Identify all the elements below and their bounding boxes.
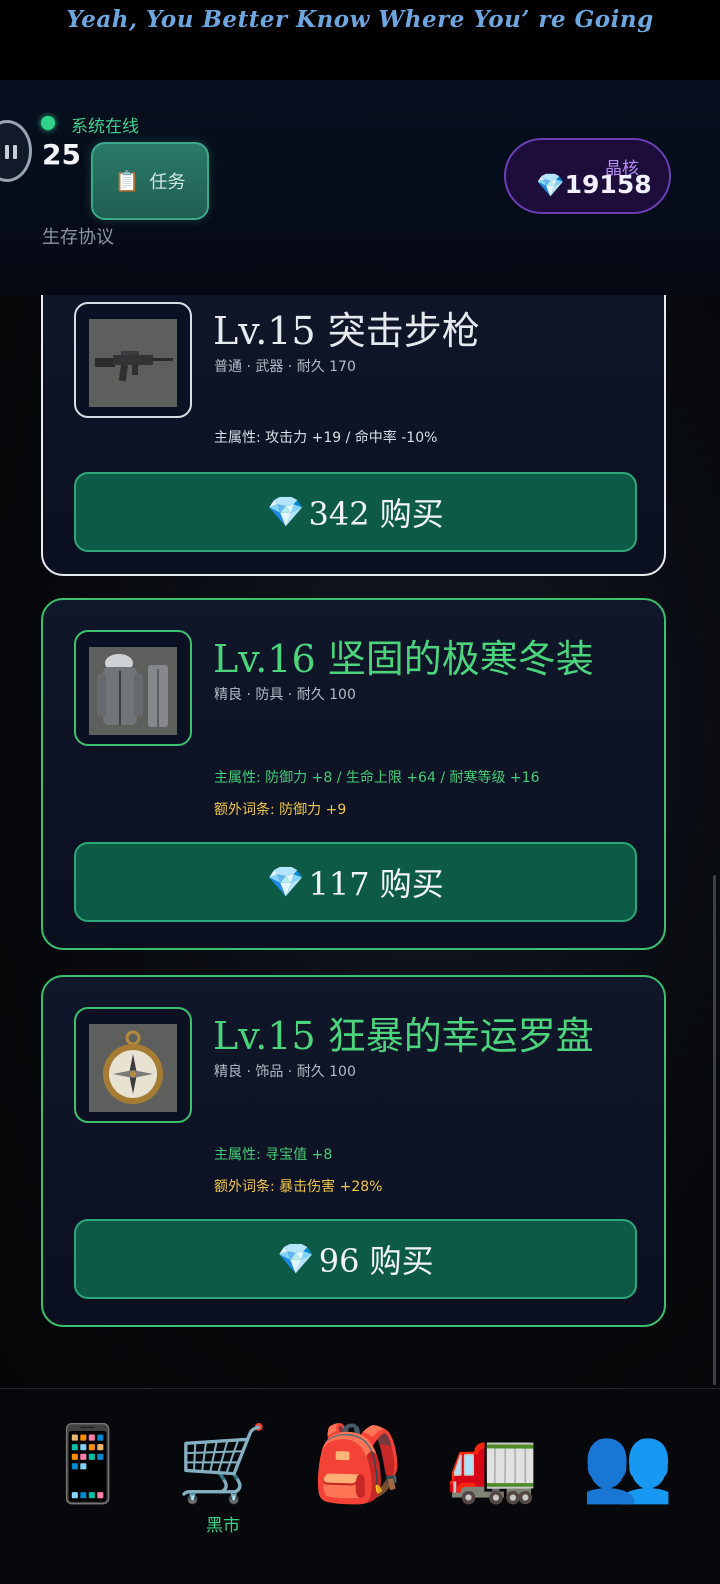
assault-rifle-icon xyxy=(89,319,177,407)
nav-item-phone[interactable]: 📱 xyxy=(33,1409,143,1519)
pause-icon xyxy=(5,145,17,159)
item-extra-attribute: 额外词条: 防御力 +9 xyxy=(214,802,347,818)
gem-icon: 💎 xyxy=(267,494,305,530)
task-button-label: 任务 xyxy=(149,172,186,193)
gem-icon: 💎 xyxy=(277,1241,315,1277)
online-status-dot xyxy=(41,116,55,130)
item-main-attribute: 主属性: 攻击力 +19 / 命中率 -10% xyxy=(214,430,438,446)
item-thumbnail-frame xyxy=(74,1007,192,1123)
item-card: Lv.15 狂暴的幸运罗盘 精良 · 饰品 · 耐久 100 主属性: 寻宝值 … xyxy=(41,975,666,1327)
nav-item-truck[interactable]: 🚛 xyxy=(438,1409,548,1519)
pause-button[interactable] xyxy=(0,120,32,182)
buy-button-label: 96 购买 xyxy=(318,1242,434,1280)
market-list[interactable]: Lv.15 突击步枪 普通 · 武器 · 耐久 170 主属性: 攻击力 +19… xyxy=(0,295,720,1388)
item-meta: 精良 · 防具 · 耐久 100 xyxy=(214,687,356,703)
header-bar: 系统在线 25 生存协议 📋 任务 晶核 💎19158 xyxy=(0,80,720,295)
task-button[interactable]: 📋 任务 xyxy=(91,142,209,220)
gem-icon: 💎 xyxy=(536,173,565,199)
item-extra-attribute: 额外词条: 暴击伤害 +28% xyxy=(214,1179,383,1195)
scrollbar[interactable] xyxy=(713,875,716,1385)
gem-icon: 💎 xyxy=(267,864,305,900)
shopping-cart-icon: 🛒 xyxy=(176,1421,270,1507)
bottom-nav: 📱 🛒 黑市 🎒 🚛 👥 xyxy=(0,1388,720,1584)
buy-button[interactable]: 💎 342 购买 xyxy=(74,472,637,552)
protocol-label: 生存协议 xyxy=(42,227,114,248)
player-level: 25 xyxy=(42,138,81,171)
buy-button[interactable]: 💎 117 购买 xyxy=(74,842,637,922)
buy-button[interactable]: 💎 96 购买 xyxy=(74,1219,637,1299)
item-thumbnail-frame xyxy=(74,630,192,746)
system-status-text: 系统在线 xyxy=(71,117,139,137)
nav-item-people[interactable]: 👥 xyxy=(573,1409,683,1519)
phone-icon: 📱 xyxy=(41,1421,135,1507)
nav-item-backpack[interactable]: 🎒 xyxy=(303,1409,413,1519)
truck-icon: 🚛 xyxy=(446,1421,540,1507)
item-main-attribute: 主属性: 防御力 +8 / 生命上限 +64 / 耐寒等级 +16 xyxy=(214,770,540,786)
item-meta: 精良 · 饰品 · 耐久 100 xyxy=(214,1064,356,1080)
backpack-icon: 🎒 xyxy=(311,1421,405,1507)
top-banner: Yeah, You Better Know Where You’ re Goin… xyxy=(0,0,720,80)
item-title: Lv.15 狂暴的幸运罗盘 xyxy=(213,1014,594,1058)
buy-button-label: 342 购买 xyxy=(308,495,444,533)
item-title: Lv.15 突击步枪 xyxy=(213,309,480,353)
clipboard-icon: 📋 xyxy=(114,169,140,193)
item-main-attribute: 主属性: 寻宝值 +8 xyxy=(214,1147,333,1163)
crystal-balance[interactable]: 晶核 💎19158 xyxy=(504,138,671,214)
people-icon: 👥 xyxy=(581,1421,675,1507)
crystal-value: 19158 xyxy=(564,170,652,199)
item-card: Lv.16 坚固的极寒冬装 精良 · 防具 · 耐久 100 主属性: 防御力 … xyxy=(41,598,666,950)
buy-button-label: 117 购买 xyxy=(308,865,444,903)
item-meta: 普通 · 武器 · 耐久 170 xyxy=(214,359,356,375)
item-title: Lv.16 坚固的极寒冬装 xyxy=(213,637,594,681)
winter-coat-icon xyxy=(89,647,177,735)
item-thumbnail-frame xyxy=(74,302,192,418)
nav-item-black-market[interactable]: 🛒 黑市 xyxy=(168,1409,278,1536)
compass-icon xyxy=(89,1024,177,1112)
crystal-value-wrap: 💎19158 xyxy=(536,170,652,199)
banner-text: Yeah, You Better Know Where You’ re Goin… xyxy=(66,6,654,33)
item-card: Lv.15 突击步枪 普通 · 武器 · 耐久 170 主属性: 攻击力 +19… xyxy=(41,295,666,576)
